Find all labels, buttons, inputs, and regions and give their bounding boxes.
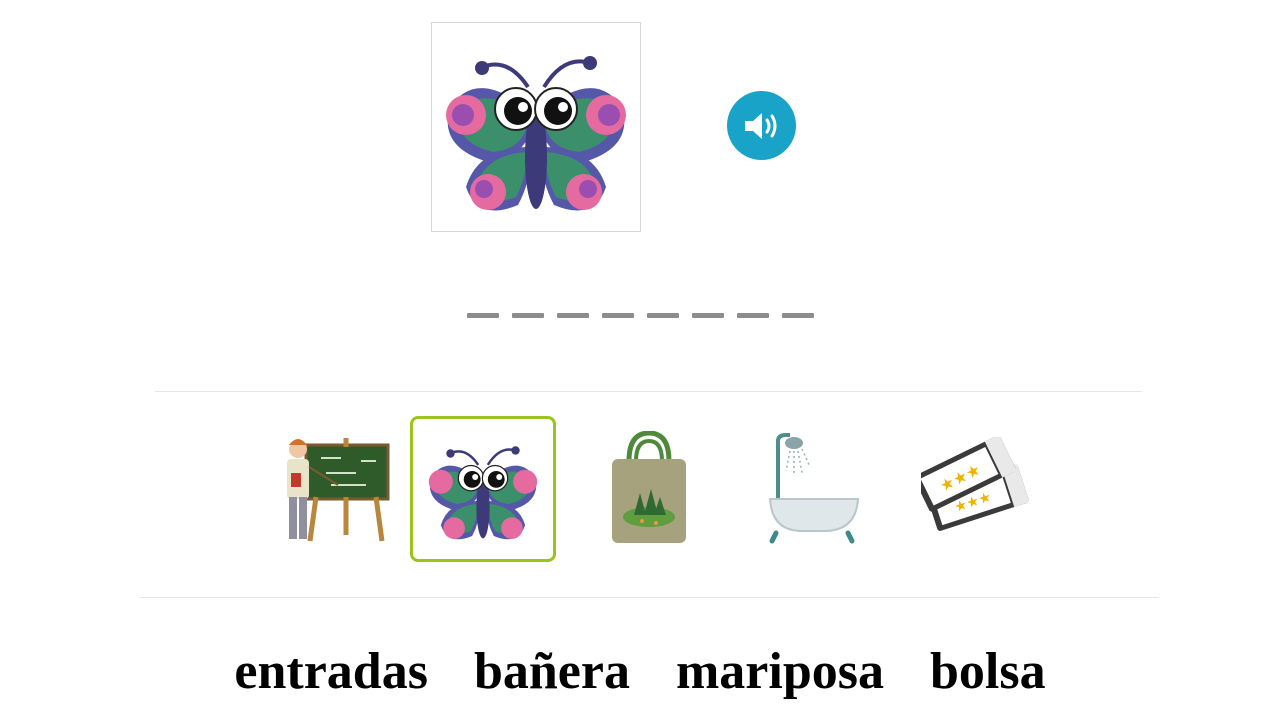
play-audio-button[interactable]: [727, 91, 796, 160]
letter-blank: [512, 313, 544, 318]
bathtub-image: [768, 433, 860, 544]
choice-butterfly[interactable]: [410, 416, 556, 562]
letter-blank: [647, 313, 679, 318]
letter-blank: [602, 313, 634, 318]
letter-blank: [467, 313, 499, 318]
speaker-icon: [744, 112, 776, 139]
choice-tickets[interactable]: ★★★ ★★★: [906, 416, 1052, 562]
choice-bag[interactable]: [576, 416, 722, 562]
letter-blank: [782, 313, 814, 318]
divider-top: [155, 391, 1142, 392]
prompt-image-card: [431, 22, 641, 232]
word-option-entradas[interactable]: entradas: [234, 640, 428, 704]
word-option-banera[interactable]: bañera: [474, 640, 630, 704]
choice-teacher[interactable]: [263, 416, 409, 562]
letter-blank: [557, 313, 589, 318]
tickets-image: ★★★ ★★★: [921, 437, 1030, 531]
divider-bottom: [140, 597, 1159, 598]
letter-blank: [692, 313, 724, 318]
word-bank: entradas bañera mariposa bolsa: [0, 640, 1280, 704]
word-option-bolsa[interactable]: bolsa: [930, 640, 1046, 704]
teacher-chalkboard-image: [287, 438, 390, 542]
letter-blank: [737, 313, 769, 318]
butterfly-image: [428, 446, 538, 540]
choice-bathtub[interactable]: [741, 416, 887, 562]
butterfly-image: [446, 56, 626, 211]
answer-blanks: [467, 313, 814, 318]
word-option-mariposa[interactable]: mariposa: [676, 640, 884, 704]
tote-bag-image: [612, 431, 686, 543]
